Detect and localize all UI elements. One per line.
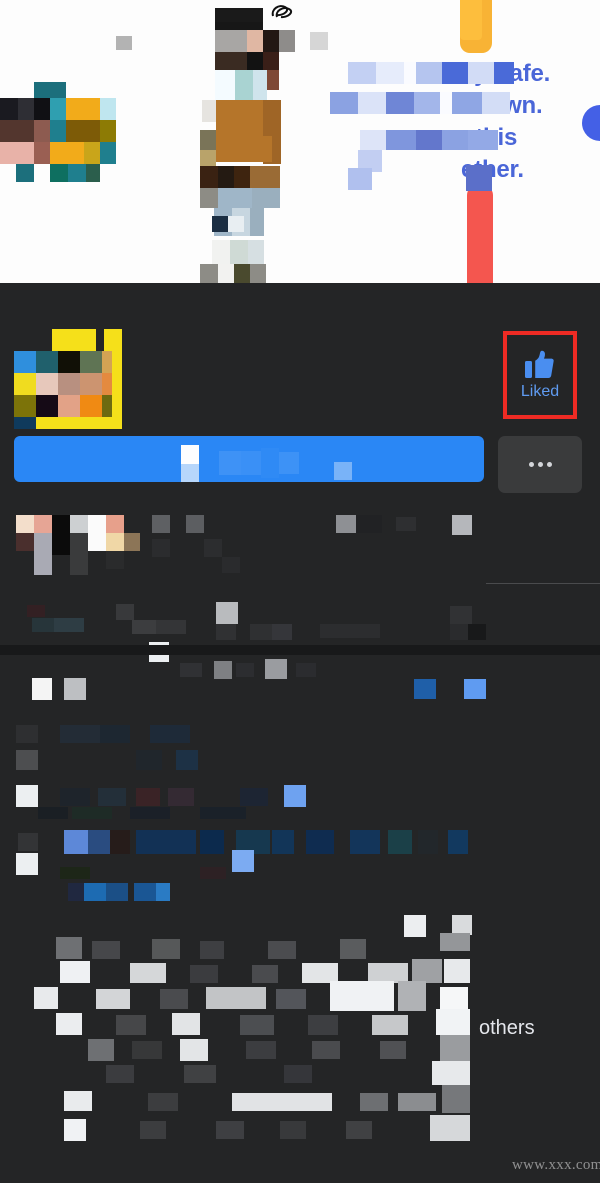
more-options-button[interactable] [498, 436, 582, 493]
friends-likes-row[interactable]: others [0, 505, 600, 1039]
page-screen: ay Safe. kdown. : this ether. [0, 0, 600, 1183]
about-section: gest edits bro/ [0, 655, 600, 915]
cover-red-shape [467, 186, 493, 283]
tab-active-underline [486, 583, 600, 584]
ellipsis-icon [528, 462, 552, 467]
thumbs-up-icon [525, 350, 554, 378]
profile-avatar[interactable] [14, 329, 122, 429]
primary-cta-button[interactable] [14, 436, 484, 482]
cover-orange-shape-inner [460, 0, 482, 40]
watermark: www.xxx.com [512, 1157, 600, 1173]
section-divider [0, 645, 600, 655]
liked-button-label: Liked [520, 383, 560, 400]
tab-bar[interactable]: s Events [0, 590, 600, 645]
liked-button-highlight: Liked [503, 331, 577, 419]
liked-button[interactable]: Liked [507, 335, 573, 415]
squiggle-icon [271, 5, 293, 19]
post-body: ts trying er the ng them em know ost o m… [0, 915, 600, 1183]
cover-photo[interactable]: ay Safe. kdown. : this ether. [0, 0, 600, 283]
